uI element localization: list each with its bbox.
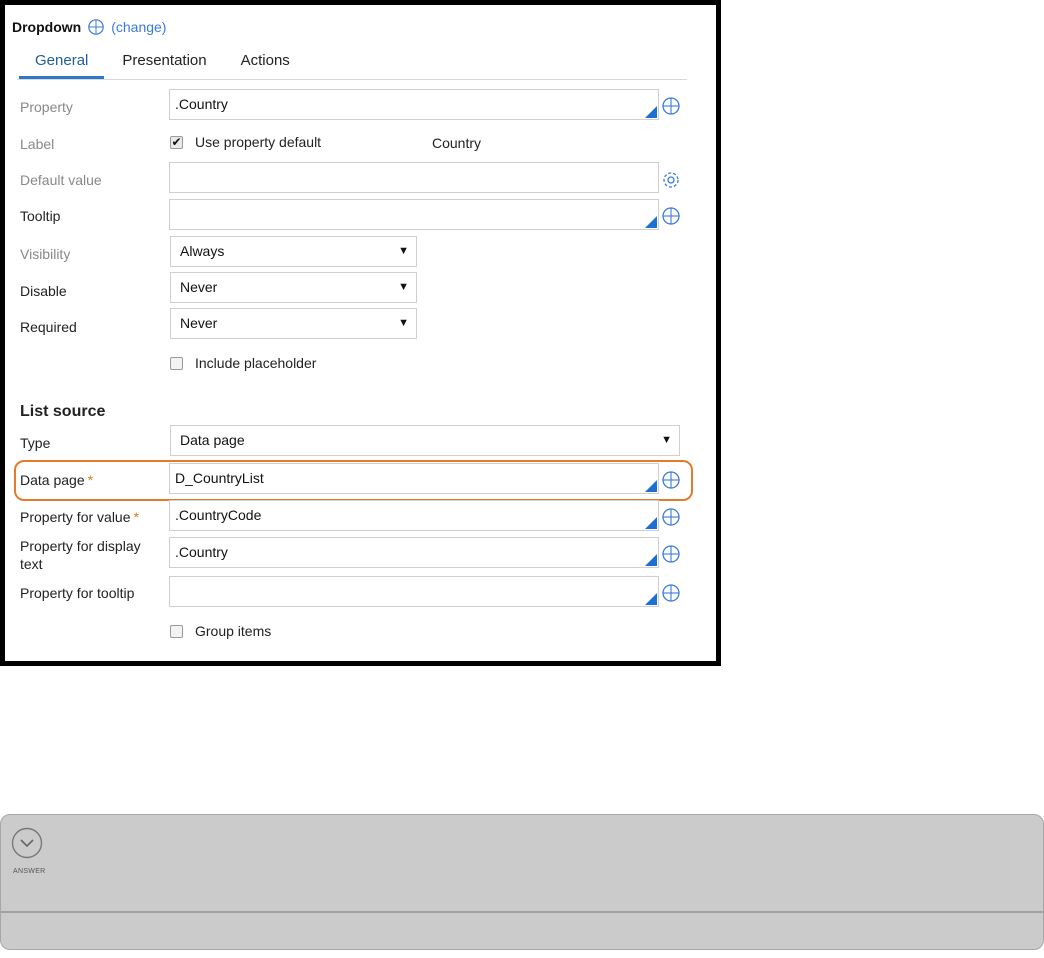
property-input[interactable]: .Country: [169, 89, 659, 120]
property-for-value-label-text: Property for value: [20, 509, 131, 525]
property-crosshair-icon[interactable]: [661, 96, 681, 116]
include-placeholder-row: Include placeholder: [170, 355, 316, 371]
property-for-value-value: .CountryCode: [175, 507, 262, 523]
control-type-title: Dropdown: [12, 19, 82, 35]
expand-corner-icon[interactable]: [645, 480, 657, 492]
data-page-crosshair-icon[interactable]: [661, 470, 681, 490]
group-items-label: Group items: [195, 623, 272, 639]
include-placeholder-checkbox[interactable]: [170, 356, 183, 370]
required-asterisk: *: [133, 509, 139, 525]
property-for-display-text-value: .Country: [175, 544, 228, 560]
include-placeholder-label: Include placeholder: [195, 355, 317, 371]
data-page-label: Data page *: [20, 472, 93, 488]
default-value-input[interactable]: [169, 162, 659, 193]
tooltip-input[interactable]: [169, 199, 659, 230]
property-for-value-crosshair-icon[interactable]: [661, 507, 681, 527]
type-label: Type: [20, 435, 51, 451]
expand-corner-icon[interactable]: [645, 554, 657, 566]
tab-general[interactable]: General: [19, 47, 105, 79]
disable-label: Disable: [20, 283, 67, 299]
use-property-default-checkbox[interactable]: ✔: [170, 135, 183, 149]
answer-box[interactable]: ANSWER: [0, 814, 1044, 950]
property-value: .Country: [175, 96, 228, 112]
check-icon: ✔: [171, 135, 182, 149]
property-for-display-text-input[interactable]: .Country: [169, 537, 659, 568]
required-label: Required: [20, 319, 77, 335]
expand-corner-icon[interactable]: [645, 517, 657, 529]
dropdown-arrow-icon: ▼: [398, 317, 409, 329]
list-source-heading: List source: [20, 403, 106, 420]
property-for-tooltip-input[interactable]: [169, 576, 659, 607]
tab-presentation[interactable]: Presentation: [106, 47, 222, 79]
answer-label: ANSWER: [13, 868, 46, 875]
panel-header: Dropdown (change): [12, 16, 166, 38]
use-property-default-row: ✔ Use property default: [170, 134, 321, 150]
expand-corner-icon[interactable]: [645, 216, 657, 228]
answer-divider: [1, 911, 1043, 913]
group-items-row: Group items: [170, 623, 271, 639]
visibility-selected-value: Always: [180, 243, 225, 259]
disable-selected-value: Never: [180, 279, 218, 295]
property-for-display-text-crosshair-icon[interactable]: [661, 544, 681, 564]
label-label: Label: [20, 136, 55, 152]
dropdown-properties-panel: Dropdown (change) General Presentation A…: [0, 0, 721, 666]
data-page-input[interactable]: D_CountryList: [169, 463, 659, 494]
tooltip-crosshair-icon[interactable]: [661, 206, 681, 226]
property-for-display-text-label: Property for display text: [20, 537, 141, 573]
tooltip-label: Tooltip: [20, 208, 61, 224]
required-selected-value: Never: [180, 315, 218, 331]
group-items-checkbox[interactable]: [170, 624, 183, 638]
property-for-value-label: Property for value *: [20, 509, 139, 525]
label-default-value: Country: [432, 135, 482, 151]
required-asterisk: *: [87, 472, 94, 488]
dropdown-arrow-icon: ▼: [398, 245, 409, 257]
type-selected-value: Data page: [180, 432, 245, 448]
chevron-down-icon[interactable]: [11, 827, 43, 859]
change-control-link[interactable]: (change): [111, 19, 166, 35]
tab-bar: General Presentation Actions: [19, 47, 308, 79]
property-for-value-input[interactable]: .CountryCode: [169, 500, 659, 531]
expand-corner-icon[interactable]: [645, 593, 657, 605]
display-text-label-line2: text: [20, 556, 43, 572]
visibility-select[interactable]: Always ▼: [170, 236, 417, 267]
data-page-label-text: Data page: [20, 472, 85, 488]
display-text-label-line1: Property for display: [20, 538, 141, 554]
property-for-tooltip-crosshair-icon[interactable]: [661, 583, 681, 603]
crosshair-icon[interactable]: [87, 18, 105, 36]
property-label: Property: [20, 99, 73, 115]
data-page-value: D_CountryList: [175, 470, 264, 486]
gear-icon[interactable]: [661, 170, 681, 190]
property-for-tooltip-label: Property for tooltip: [20, 585, 135, 601]
required-select[interactable]: Never ▼: [170, 308, 417, 339]
expand-corner-icon[interactable]: [645, 106, 657, 118]
default-value-label: Default value: [20, 172, 102, 188]
tab-actions[interactable]: Actions: [225, 47, 306, 79]
visibility-label: Visibility: [20, 246, 71, 262]
disable-select[interactable]: Never ▼: [170, 272, 417, 303]
type-select[interactable]: Data page ▼: [170, 425, 680, 456]
dropdown-arrow-icon: ▼: [398, 281, 409, 293]
tab-divider: [17, 79, 687, 80]
dropdown-arrow-icon: ▼: [661, 434, 672, 446]
use-property-default-label: Use property default: [195, 134, 322, 150]
